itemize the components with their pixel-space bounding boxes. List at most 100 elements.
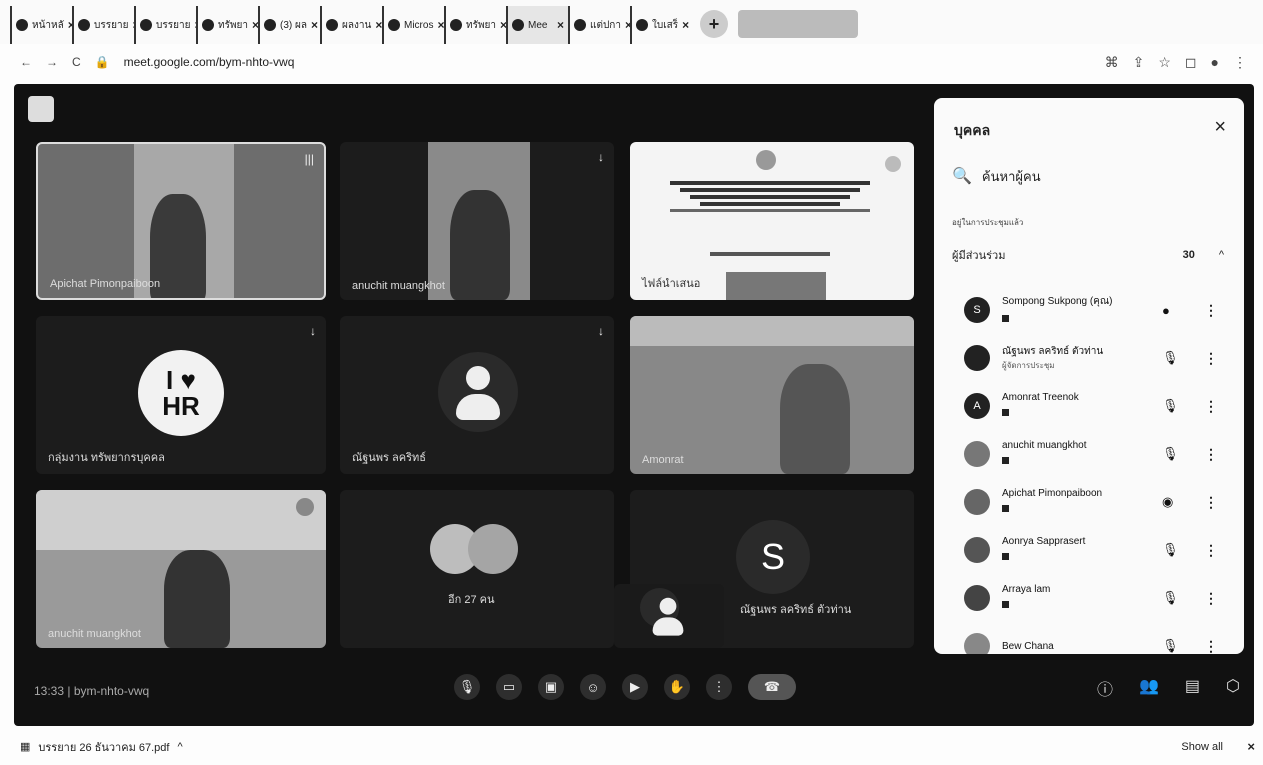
browser-tab[interactable]: ทรัพยา× — [196, 6, 258, 44]
participant-row[interactable]: Bew Chana 🎙 ⋮ — [934, 622, 1244, 654]
presenting-icon — [1002, 504, 1009, 512]
meeting-info-button[interactable] — [28, 96, 54, 122]
browser-tab[interactable]: บรรยาย× — [72, 6, 134, 44]
video-person — [164, 550, 230, 648]
mic-off-icon[interactable]: 🎙 — [1162, 446, 1179, 462]
participant-tile[interactable]: anuchit muangkhot — [36, 490, 326, 648]
people-icon[interactable]: 👥 — [1139, 676, 1159, 700]
meet-control-bar: 13:33 | bym-nhto-vwq 🎙 ▭ ▣ ☺ ▶ ✋ ⋮ ☎ ⓘ 👥… — [14, 656, 1254, 726]
others-tile[interactable]: อีก 27 คน — [340, 490, 614, 648]
participant-tile[interactable]: ↓ anuchit muangkhot — [340, 142, 614, 300]
presenting-icon — [1002, 408, 1009, 416]
chat-icon[interactable]: ▤ — [1185, 676, 1200, 700]
search-input[interactable]: ค้นหาผู้คน — [982, 166, 1041, 187]
more-options-icon[interactable]: ⋮ — [1204, 302, 1218, 319]
participant-avatar — [296, 498, 314, 516]
mic-off-icon[interactable]: 🎙 — [1162, 590, 1179, 606]
reload-icon[interactable]: C — [72, 55, 81, 69]
tab-favicon-icon — [450, 19, 462, 31]
participant-avatar — [964, 489, 990, 515]
participant-row[interactable]: A Amonrat Treenok 🎙 ⋮ — [934, 382, 1244, 430]
back-icon[interactable]: ← — [20, 55, 32, 69]
mic-off-icon[interactable]: 🎙 — [1162, 542, 1179, 558]
tab-favicon-icon — [512, 19, 524, 31]
participant-name: Apichat Pimonpaiboon — [1002, 487, 1103, 499]
raise-hand-button[interactable]: ✋ — [664, 674, 690, 700]
participant-tile[interactable]: I ♥ HR ↓ กลุ่มงาน ทรัพยากรบุคคล — [36, 316, 326, 474]
browser-menu-icon[interactable]: ⋮ — [1233, 54, 1247, 71]
self-view-tile[interactable] — [614, 584, 724, 648]
captions-button[interactable]: ▣ — [538, 674, 564, 700]
more-options-icon[interactable]: ⋮ — [1204, 638, 1218, 655]
participant-avatar — [964, 585, 990, 611]
tab-favicon-icon — [140, 19, 152, 31]
translate-icon[interactable]: ⌘ — [1105, 54, 1119, 71]
participant-row[interactable]: Apichat Pimonpaiboon ◉ ⋮ — [934, 478, 1244, 526]
chevron-up-icon[interactable]: ^ — [1219, 249, 1224, 261]
browser-tab[interactable]: Micros × — [382, 6, 444, 44]
show-all-button[interactable]: Show all — [1181, 741, 1223, 753]
tab-close-icon[interactable]: × — [375, 18, 382, 32]
emoji-button[interactable]: ☺ — [580, 674, 606, 700]
lock-icon[interactable]: 🔒 — [95, 55, 110, 69]
browser-tab[interactable]: (3) ผล × — [258, 6, 320, 44]
mic-off-icon[interactable]: 🎙 — [1162, 638, 1179, 654]
more-options-icon[interactable]: ⋮ — [1204, 446, 1218, 463]
browser-tab[interactable]: แต่ปกา× — [568, 6, 630, 44]
more-options-button[interactable]: ⋮ — [706, 674, 732, 700]
browser-tab-active[interactable]: Mee × — [506, 6, 568, 44]
mic-icon: ↓ — [598, 324, 604, 338]
camera-toggle-button[interactable]: ▭ — [496, 674, 522, 700]
participant-name: Bew Chana — [1002, 640, 1054, 652]
browser-tab[interactable]: ใบเสร็ × — [630, 6, 692, 44]
people-search[interactable]: 🔍 ค้นหาผู้คน — [952, 160, 1228, 192]
download-item[interactable]: บรรยาย 26 ธันวาคม 67.pdf — [38, 738, 169, 756]
participants-group-header[interactable]: ผู้มีส่วนร่วม 30 ^ — [952, 246, 1224, 264]
more-options-icon[interactable]: ⋮ — [1204, 398, 1218, 415]
browser-tab[interactable]: บรรยาย× — [134, 6, 196, 44]
more-options-icon[interactable]: ⋮ — [1204, 494, 1218, 511]
participant-row[interactable]: ณัฐนพร ลคริทธ์ ตัวท่าน ผู้จัดการประชุม 🎙 … — [934, 334, 1244, 382]
more-status-icon[interactable]: ● — [1162, 303, 1170, 318]
participant-row[interactable]: anuchit muangkhot 🎙 ⋮ — [934, 430, 1244, 478]
participant-row[interactable]: Arraya lam 🎙 ⋮ — [934, 574, 1244, 622]
participant-tile[interactable]: Amonrat — [630, 316, 914, 474]
sidepanel-icon[interactable]: ◻ — [1185, 54, 1197, 71]
mic-off-icon[interactable]: 🎙 — [1162, 398, 1179, 414]
mic-off-icon[interactable]: 🎙 — [1162, 350, 1179, 366]
url-field[interactable]: meet.google.com/bym-nhto-vwq — [124, 55, 295, 69]
leave-call-button[interactable]: ☎ — [748, 674, 796, 700]
tab-close-icon[interactable]: × — [311, 18, 318, 32]
participant-tile[interactable]: ↓ ณัฐนพร ลคริทธ์ — [340, 316, 614, 474]
browser-tab[interactable]: ทรัพยา× — [444, 6, 506, 44]
participant-row[interactable]: Aonrya Sapprasert 🎙 ⋮ — [934, 526, 1244, 574]
more-options-icon[interactable]: ⋮ — [1204, 542, 1218, 559]
browser-tab[interactable]: ผลงาน × — [320, 6, 382, 44]
share-icon[interactable]: ⇪ — [1133, 54, 1145, 71]
mic-toggle-button[interactable]: 🎙 — [454, 674, 480, 700]
video-ceiling — [36, 490, 326, 550]
speaking-indicator-icon[interactable]: ◉ — [1162, 494, 1173, 510]
present-screen-button[interactable]: ▶ — [622, 674, 648, 700]
presentation-tile[interactable]: ไฟล์นำเสนอ — [630, 142, 914, 300]
more-options-icon[interactable]: ⋮ — [1204, 350, 1218, 367]
forward-icon[interactable]: → — [46, 55, 58, 69]
close-icon[interactable]: × — [1214, 116, 1226, 139]
profile-avatar[interactable]: ● — [1211, 54, 1219, 71]
browser-tab[interactable]: หน้าหลั× — [10, 6, 72, 44]
tab-close-icon[interactable]: × — [557, 18, 564, 32]
window-controls[interactable] — [738, 10, 858, 38]
more-options-icon[interactable]: ⋮ — [1204, 590, 1218, 607]
tab-close-icon[interactable]: × — [682, 18, 689, 32]
close-icon[interactable]: × — [1247, 739, 1255, 754]
info-icon[interactable]: ⓘ — [1097, 676, 1113, 700]
chevron-up-icon[interactable]: ^ — [177, 741, 182, 753]
new-tab-button[interactable]: + — [700, 10, 728, 38]
participant-name: Sompong Sukpong (คุณ) — [1002, 295, 1113, 307]
participant-name: ณัฐนพร ลคริทธ์ — [352, 452, 426, 464]
participant-tile[interactable]: ||| Apichat Pimonpaiboon — [36, 142, 326, 300]
tab-favicon-icon — [264, 19, 276, 31]
activities-icon[interactable]: ⬡ — [1226, 676, 1240, 700]
bookmark-star-icon[interactable]: ☆ — [1158, 54, 1171, 71]
participant-row[interactable]: S Sompong Sukpong (คุณ) ● ⋮ — [934, 286, 1244, 334]
